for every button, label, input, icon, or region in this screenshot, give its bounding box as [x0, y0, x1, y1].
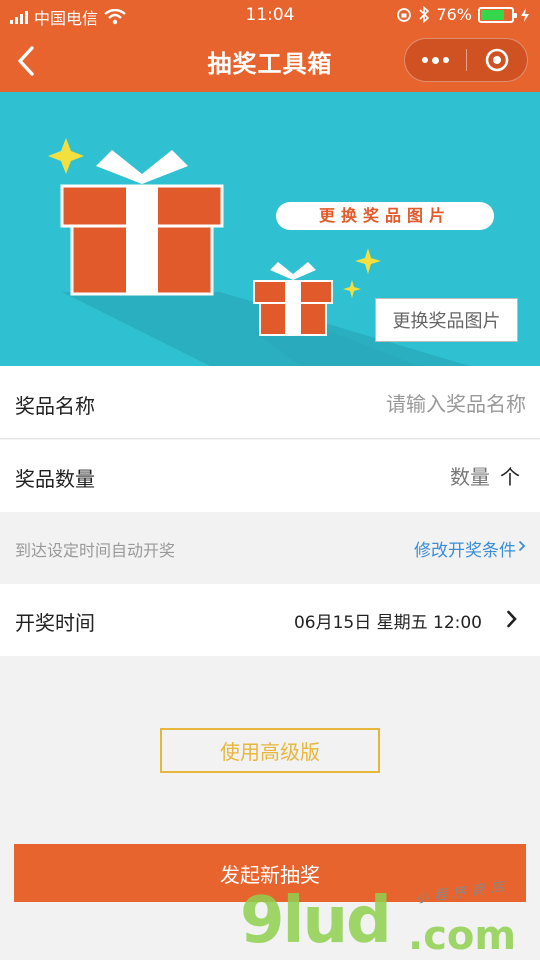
status-right: 76% — [396, 5, 530, 24]
prize-banner[interactable]: 更换奖品图片 更换奖品图片 — [0, 92, 540, 366]
prize-quantity-input[interactable]: 数量 — [450, 461, 490, 490]
modify-draw-condition-link[interactable]: 修改开奖条件 — [414, 536, 516, 561]
draw-time-value[interactable]: 06月15日 星期五 12:00 — [294, 608, 482, 633]
top-bar: 中国电信 11:04 76% 抽奖工具箱 — [0, 0, 540, 92]
battery-percent: 76% — [436, 5, 472, 24]
status-bar: 中国电信 11:04 76% — [0, 0, 540, 30]
rotation-lock-icon — [397, 7, 412, 22]
more-icon[interactable] — [405, 56, 466, 64]
draw-time-row[interactable]: 开奖时间 06月15日 星期五 12:00 — [0, 584, 540, 656]
chevron-right-icon — [507, 610, 517, 628]
start-new-lottery-button[interactable]: 发起新抽奖 — [14, 844, 526, 902]
chevron-right-icon — [518, 540, 526, 552]
use-advanced-version-button[interactable]: 使用高级版 — [160, 728, 380, 773]
change-prize-image-button[interactable]: 更换奖品图片 — [375, 298, 518, 342]
battery-icon — [478, 6, 517, 23]
close-mini-program-icon[interactable] — [466, 47, 527, 73]
prize-name-label: 奖品名称 — [15, 394, 95, 418]
prize-quantity-unit: 个 — [500, 465, 520, 489]
banner-ribbon-text: 更换奖品图片 — [318, 206, 451, 225]
prize-name-row[interactable]: 奖品名称 请输入奖品名称 — [0, 366, 540, 439]
draw-time-label: 开奖时间 — [15, 611, 95, 635]
prize-quantity-label: 奖品数量 — [15, 467, 95, 491]
draw-condition-hint: 到达设定时间自动开奖 修改开奖条件 — [0, 512, 540, 584]
watermark-tld: .com — [408, 913, 517, 959]
charging-icon — [521, 7, 529, 22]
draw-condition-text: 到达设定时间自动开奖 — [15, 541, 176, 560]
mini-program-capsule — [404, 38, 528, 82]
battery-fill — [481, 9, 504, 20]
bluetooth-icon — [419, 6, 430, 23]
title-bar: 抽奖工具箱 — [0, 30, 540, 92]
prize-quantity-row[interactable]: 奖品数量 数量 个 — [0, 440, 540, 512]
prize-name-input[interactable]: 请输入奖品名称 — [386, 388, 526, 417]
